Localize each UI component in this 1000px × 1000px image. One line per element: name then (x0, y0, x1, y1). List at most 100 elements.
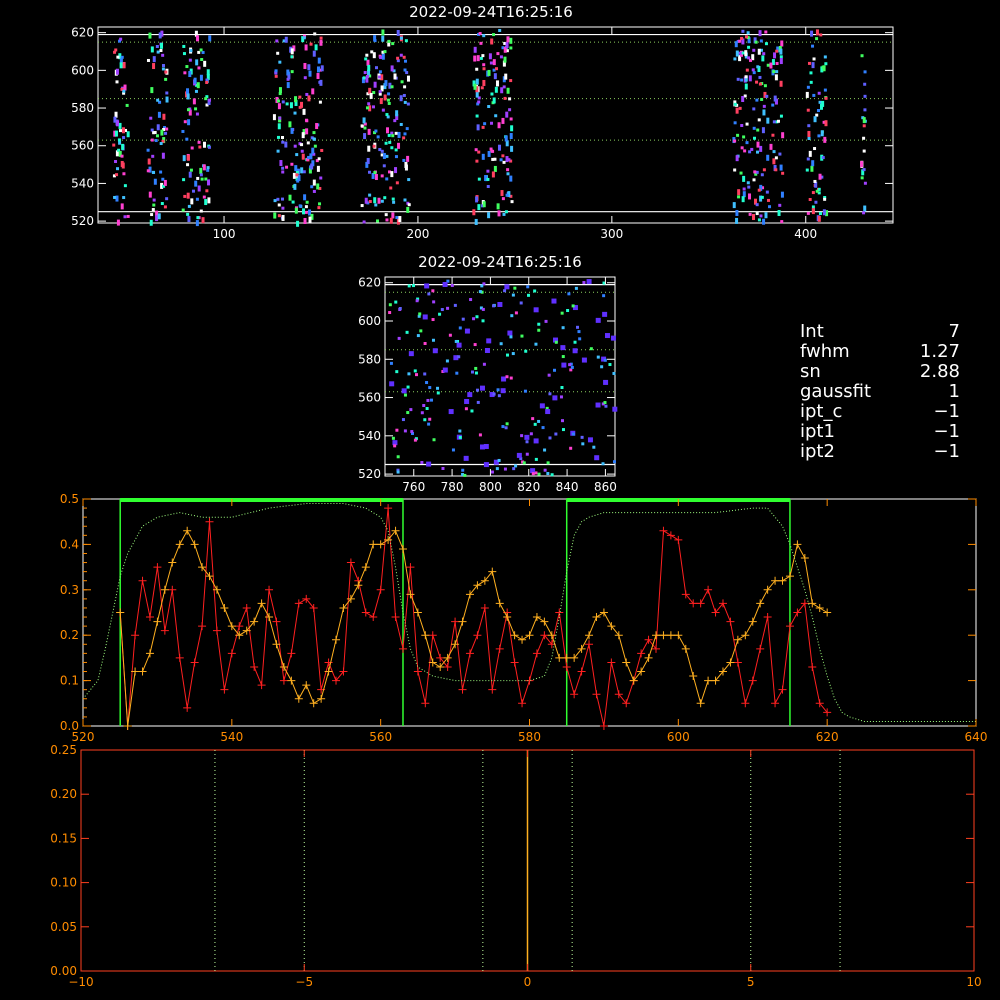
image-pixel (479, 385, 485, 391)
profile-point-0 (413, 667, 422, 676)
image-pixel (164, 70, 168, 74)
image-pixel (318, 100, 322, 104)
image-pixel (603, 379, 609, 385)
image-pixel (204, 177, 208, 181)
x-tick-label: 560 (369, 730, 392, 744)
image-pixel (204, 199, 208, 206)
image-pixel (207, 197, 211, 204)
profile-point-0 (294, 599, 303, 608)
image-pixel (752, 126, 756, 130)
profile-point-1 (317, 694, 326, 703)
profile-point-0 (428, 631, 437, 640)
image-pixel (505, 42, 509, 49)
image-pixel (541, 426, 545, 430)
image-pixel (747, 185, 751, 189)
image-pixel (289, 102, 293, 109)
image-pixel (761, 127, 765, 134)
image-pixel (818, 173, 822, 180)
image-pixel (381, 35, 385, 42)
image-pixel (560, 345, 566, 351)
profile-point-1 (160, 585, 169, 594)
image-pixel (206, 168, 210, 172)
image-pixel (495, 80, 499, 87)
image-pixel (116, 219, 120, 226)
y-tick-label: 540 (71, 176, 94, 190)
image-pixel (506, 168, 510, 172)
image-pixel (162, 113, 166, 120)
image-pixel (592, 445, 596, 449)
image-pixel (152, 63, 156, 70)
image-pixel (399, 53, 403, 57)
image-pixel (473, 46, 477, 53)
image-pixel (863, 108, 867, 112)
image-pixel (152, 203, 156, 207)
image-pixel (205, 189, 209, 193)
image-pixel (382, 152, 386, 159)
image-pixel (476, 124, 480, 131)
image-pixel (461, 317, 465, 321)
image-pixel (122, 62, 126, 69)
image-pixel (448, 333, 452, 337)
image-pixel (384, 141, 388, 145)
info-key: fwhm (800, 341, 850, 362)
image-pixel (391, 436, 395, 440)
image-pixel (509, 37, 513, 44)
info-row-ipt2: ipt2 −1 (800, 442, 990, 462)
image-pixel (760, 173, 764, 177)
image-pixel (481, 307, 485, 311)
image-pixel (317, 157, 321, 161)
image-pixel (509, 133, 513, 140)
image-pixel (305, 92, 309, 96)
image-pixel (393, 73, 397, 80)
image-pixel (534, 457, 538, 461)
image-pixel (122, 172, 126, 176)
image-pixel (193, 77, 197, 84)
image-pixel (519, 301, 523, 305)
image-pixel (764, 30, 768, 34)
image-pixel (552, 395, 558, 401)
image-pixel (489, 61, 493, 65)
profile-point-1 (190, 540, 199, 549)
image-pixel (752, 214, 756, 221)
image-pixel (748, 212, 752, 216)
image-pixel (399, 95, 403, 102)
image-pixel (277, 123, 281, 130)
image-pixel (813, 179, 817, 183)
image-pixel (497, 122, 501, 129)
profile-point-1 (748, 617, 757, 626)
image-pixel (741, 95, 745, 102)
profile-point-0 (242, 603, 251, 612)
image-pixel (406, 411, 410, 415)
image-pixel (470, 409, 474, 413)
profile-point-1 (756, 599, 765, 608)
image-pixel (207, 145, 211, 149)
profile-point-0 (495, 644, 504, 653)
image-pixel (543, 448, 547, 452)
y-tick-label: 620 (358, 276, 381, 290)
profile-point-0 (465, 649, 474, 658)
image-pixel (806, 108, 810, 112)
image-pixel (182, 178, 186, 182)
image-pixel (304, 210, 308, 214)
profile-point-0 (748, 676, 757, 685)
image-pixel (427, 292, 431, 296)
image-pixel (510, 125, 514, 132)
image-pixel (487, 150, 491, 157)
image-pixel (475, 91, 479, 98)
profile-point-0 (220, 685, 229, 694)
image-pixel (312, 50, 316, 57)
middle-image-title: 2022-09-24T16:25:16 (418, 253, 582, 271)
image-pixel (745, 141, 749, 145)
image-pixel (276, 149, 280, 153)
image-pixel (398, 216, 402, 223)
image-pixel (733, 168, 737, 172)
image-pixel (862, 149, 866, 153)
image-pixel (422, 314, 428, 320)
image-pixel (402, 93, 406, 97)
image-pixel (505, 156, 509, 163)
image-pixel (319, 39, 323, 46)
image-pixel (293, 111, 297, 115)
image-pixel (405, 330, 409, 334)
image-pixel (571, 304, 575, 308)
image-pixel (316, 183, 320, 190)
